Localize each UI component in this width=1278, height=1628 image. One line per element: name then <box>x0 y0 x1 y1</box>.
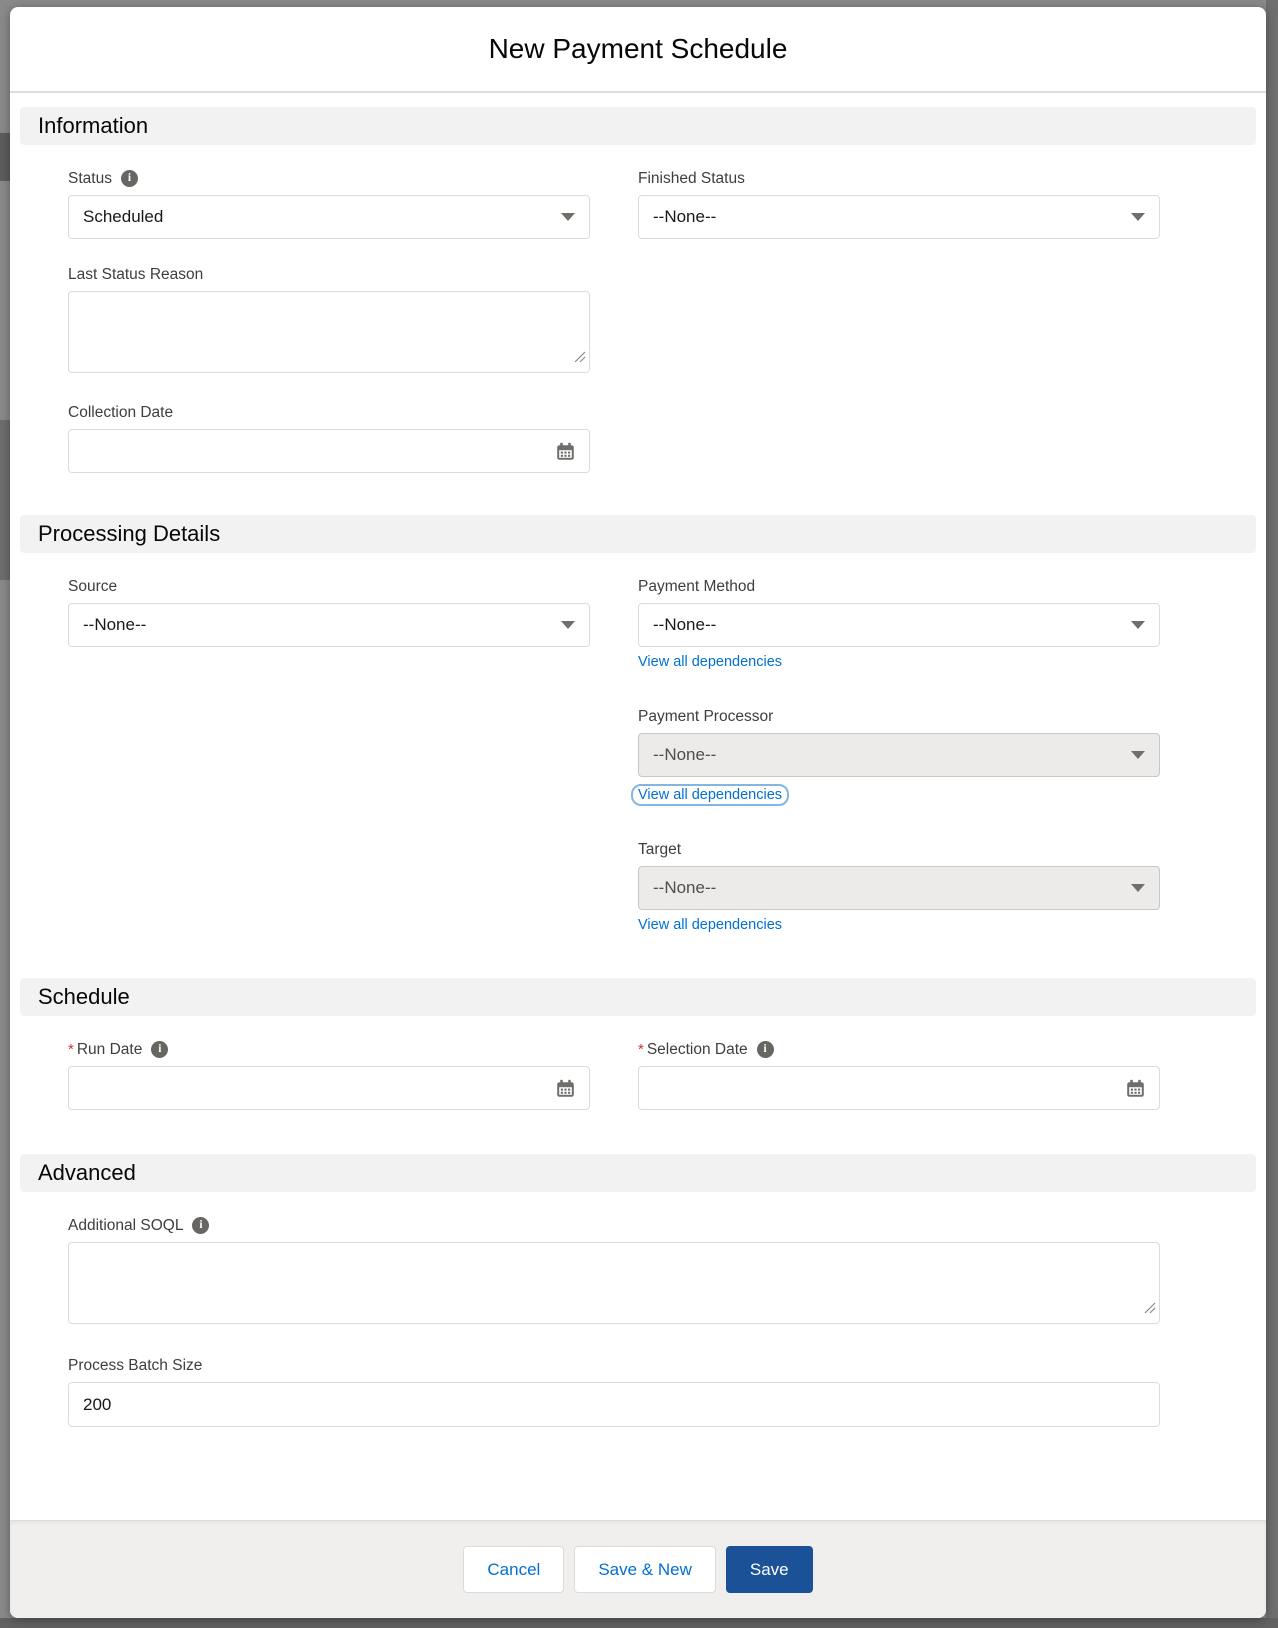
run-date-text-input[interactable] <box>83 1078 556 1098</box>
additional-soql-field: Additional SOQL i <box>68 1216 1160 1324</box>
finished-status-label: Finished Status <box>638 170 745 188</box>
cancel-button[interactable]: Cancel <box>463 1546 564 1593</box>
resize-handle-icon[interactable] <box>1144 1301 1156 1319</box>
section-title: Schedule <box>38 984 130 1010</box>
process-batch-size-field: Process Batch Size <box>68 1356 1160 1427</box>
status-select[interactable]: Scheduled <box>68 195 590 239</box>
info-icon[interactable]: i <box>151 1041 168 1058</box>
info-icon[interactable]: i <box>121 170 138 187</box>
payment-method-field: Payment Method --None-- View all depende… <box>638 577 1160 671</box>
dimmed-background-fragment <box>0 133 10 181</box>
modal-footer: Cancel Save & New Save <box>10 1520 1266 1618</box>
collection-date-text-input[interactable] <box>83 441 556 461</box>
last-status-reason-label: Last Status Reason <box>68 266 203 284</box>
target-field: Target --None-- View all dependencies <box>638 840 1160 934</box>
required-asterisk: * <box>68 1041 74 1058</box>
selection-date-field: * Selection Date i <box>638 1040 1160 1110</box>
section-header-processing-details: Processing Details <box>20 515 1256 553</box>
process-batch-size-label: Process Batch Size <box>68 1357 202 1375</box>
target-select[interactable]: --None-- <box>638 866 1160 910</box>
new-payment-schedule-modal: New Payment Schedule Information Status … <box>10 7 1266 1618</box>
last-status-reason-textarea[interactable] <box>68 291 590 373</box>
chevron-down-icon <box>1131 213 1145 221</box>
resize-handle-icon[interactable] <box>574 350 586 368</box>
last-status-reason-field: Last Status Reason <box>68 265 590 373</box>
dimmed-background-strip <box>0 1618 1278 1628</box>
payment-processor-select[interactable]: --None-- <box>638 733 1160 777</box>
payment-processor-field: Payment Processor --None-- View all depe… <box>638 707 1160 806</box>
save-button[interactable]: Save <box>726 1546 813 1593</box>
run-date-field: * Run Date i <box>68 1040 590 1110</box>
dimmed-background-strip <box>1266 0 1278 1628</box>
info-icon[interactable]: i <box>192 1217 209 1234</box>
finished-status-select-value: --None-- <box>653 207 1131 227</box>
save-and-new-button[interactable]: Save & New <box>574 1546 716 1593</box>
status-select-value: Scheduled <box>83 207 561 227</box>
payment-method-select[interactable]: --None-- <box>638 603 1160 647</box>
modal-title: New Payment Schedule <box>489 33 788 65</box>
collection-date-field: Collection Date <box>68 403 590 473</box>
view-all-dependencies-link[interactable]: View all dependencies <box>638 654 782 670</box>
source-field: Source --None-- <box>68 577 590 647</box>
chevron-down-icon <box>1131 884 1145 892</box>
section-header-schedule: Schedule <box>20 978 1256 1016</box>
required-asterisk: * <box>638 1041 644 1058</box>
finished-status-field: Finished Status --None-- <box>638 169 1160 239</box>
target-label: Target <box>638 841 681 859</box>
collection-date-input <box>68 429 590 473</box>
selection-date-text-input[interactable] <box>653 1078 1126 1098</box>
target-select-value: --None-- <box>653 878 1131 898</box>
run-date-label: Run Date <box>77 1041 142 1059</box>
modal-body: Information Status i Scheduled Finished <box>10 107 1266 1427</box>
section-header-advanced: Advanced <box>20 1154 1256 1192</box>
payment-method-label: Payment Method <box>638 578 755 596</box>
finished-status-select[interactable]: --None-- <box>638 195 1160 239</box>
section-header-information: Information <box>20 107 1256 145</box>
selection-date-label: Selection Date <box>647 1041 748 1059</box>
status-label: Status <box>68 170 112 188</box>
additional-soql-label: Additional SOQL <box>68 1217 183 1235</box>
source-select-value: --None-- <box>83 615 561 635</box>
process-batch-size-input[interactable] <box>68 1382 1160 1427</box>
payment-processor-select-value: --None-- <box>653 745 1131 765</box>
payment-processor-label: Payment Processor <box>638 708 773 726</box>
calendar-icon[interactable] <box>1126 1079 1145 1098</box>
status-field: Status i Scheduled <box>68 169 590 239</box>
view-all-dependencies-link-focused[interactable]: View all dependencies <box>631 784 789 806</box>
run-date-input <box>68 1066 590 1110</box>
collection-date-label: Collection Date <box>68 404 173 422</box>
chevron-down-icon <box>1131 751 1145 759</box>
additional-soql-textarea[interactable] <box>68 1242 1160 1324</box>
chevron-down-icon <box>1131 621 1145 629</box>
payment-method-select-value: --None-- <box>653 615 1131 635</box>
info-icon[interactable]: i <box>757 1041 774 1058</box>
chevron-down-icon <box>561 213 575 221</box>
calendar-icon[interactable] <box>556 1079 575 1098</box>
source-select[interactable]: --None-- <box>68 603 590 647</box>
section-title: Processing Details <box>38 521 220 547</box>
dimmed-background-fragment <box>0 420 10 580</box>
source-label: Source <box>68 578 117 596</box>
calendar-icon[interactable] <box>556 442 575 461</box>
section-title: Advanced <box>38 1160 136 1186</box>
modal-header: New Payment Schedule <box>10 7 1266 93</box>
selection-date-input <box>638 1066 1160 1110</box>
chevron-down-icon <box>561 621 575 629</box>
view-all-dependencies-link[interactable]: View all dependencies <box>638 917 782 933</box>
section-title: Information <box>38 113 148 139</box>
